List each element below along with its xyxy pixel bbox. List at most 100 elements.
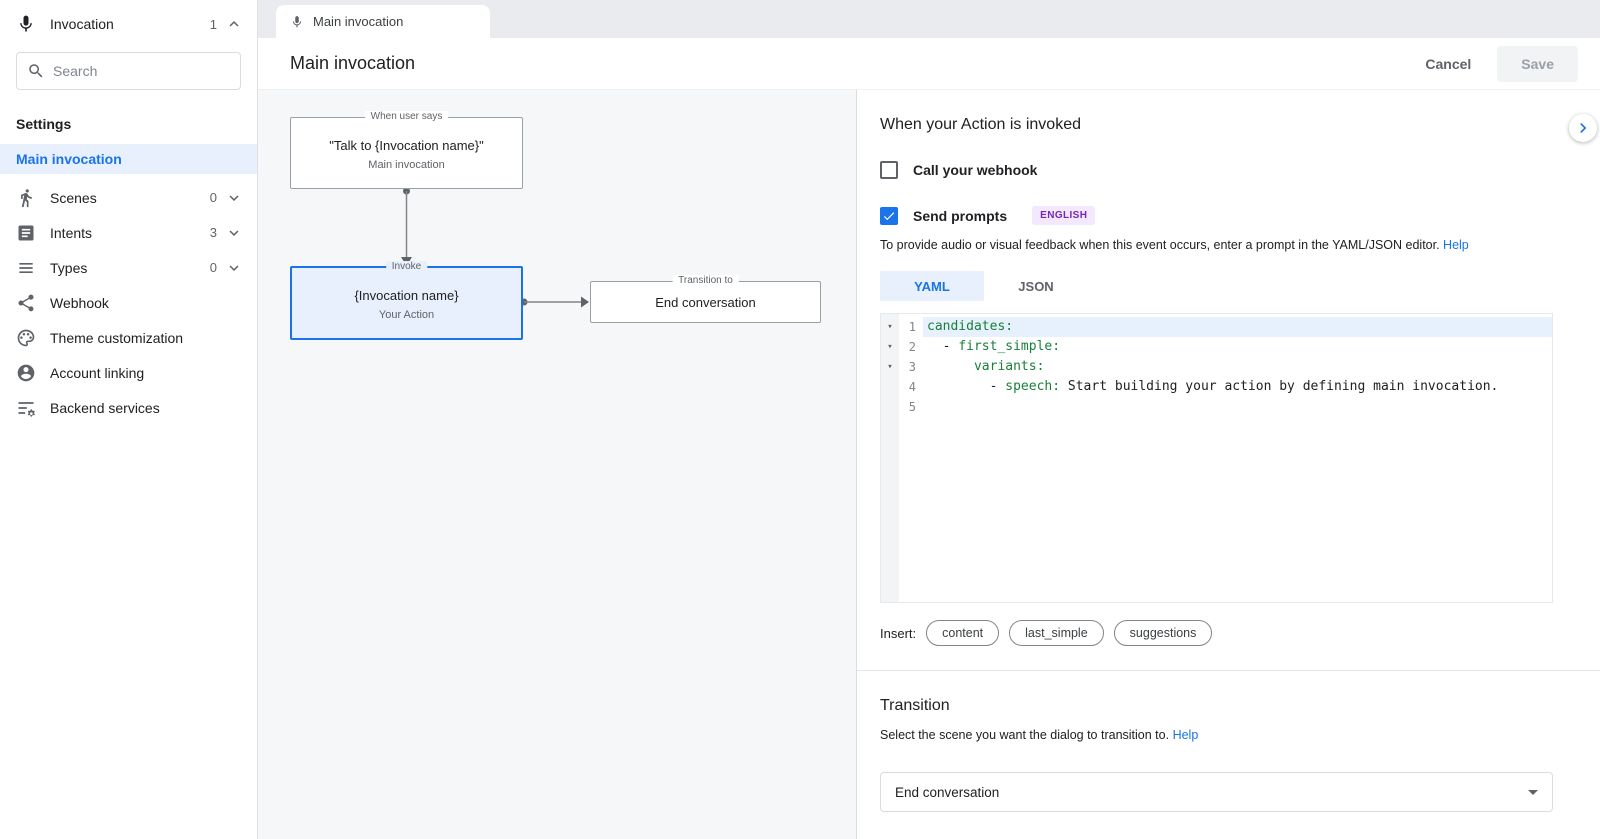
line-number: 1: [899, 317, 923, 337]
chevron-down-icon[interactable]: [225, 189, 243, 207]
code-text: - speech: Start building your action by …: [923, 377, 1552, 397]
scenes-walk-icon: [16, 188, 36, 208]
sidebar-scenes-label: Scenes: [50, 190, 97, 206]
collapse-panel-button[interactable]: [1569, 114, 1597, 142]
node-title: "Talk to {Invocation name}": [291, 138, 522, 153]
chevron-down-icon[interactable]: [225, 259, 243, 277]
sidebar-account-linking-label: Account linking: [50, 365, 144, 381]
language-badge: ENGLISH: [1032, 206, 1095, 225]
sidebar-item-invocation[interactable]: Invocation 1: [0, 0, 257, 48]
node-title: {Invocation name}: [292, 288, 521, 303]
page-title: Main invocation: [290, 53, 415, 74]
insert-row: Insert: content last_simple suggestions: [880, 620, 1553, 646]
send-prompts-label: Send prompts: [913, 208, 1007, 224]
chevron-down-icon[interactable]: [225, 224, 243, 242]
search-input[interactable]: [53, 63, 230, 79]
invocation-count: 1: [210, 17, 217, 32]
sidebar-item-intents[interactable]: Intents 3: [0, 215, 257, 250]
insert-label: Insert:: [880, 626, 916, 641]
transition-description-text: Select the scene you want the dialog to …: [880, 728, 1169, 742]
sidebar-theme-label: Theme customization: [50, 330, 183, 346]
fold-icon[interactable]: ▾: [881, 357, 899, 377]
sidebar-types-label: Types: [50, 260, 87, 276]
code-text: candidates:: [923, 317, 1552, 337]
sidebar-item-scenes[interactable]: Scenes 0: [0, 180, 257, 215]
line-number: 4: [899, 377, 923, 397]
fold-icon[interactable]: ▾: [881, 317, 899, 337]
app-window: Invocation 1 Settings Main invocation Sc…: [0, 0, 1600, 839]
node-end-conversation[interactable]: Transition to End conversation: [590, 281, 821, 323]
line-number: 5: [899, 397, 923, 417]
tab-main-invocation[interactable]: Main invocation: [276, 5, 490, 38]
save-button[interactable]: Save: [1497, 46, 1578, 82]
transition-description: Select the scene you want the dialog to …: [880, 728, 1553, 742]
search-icon: [27, 62, 45, 80]
backend-services-icon: [16, 398, 36, 418]
code-text: - first_simple:: [923, 337, 1552, 357]
page-header: Main invocation Cancel Save: [258, 38, 1600, 90]
code-line: ▾ 3 variants:: [881, 357, 1552, 377]
node-caption: When user says: [365, 111, 449, 122]
account-circle-icon: [16, 363, 36, 383]
node-subtitle: Your Action: [292, 309, 521, 321]
intents-count: 3: [210, 225, 217, 240]
node-when-user-says[interactable]: When user says "Talk to {Invocation name…: [290, 117, 523, 189]
node-subtitle: Main invocation: [291, 159, 522, 171]
check-icon: [882, 209, 896, 223]
insert-content-chip[interactable]: content: [926, 620, 999, 646]
sidebar-item-backend-services[interactable]: Backend services: [0, 390, 257, 425]
cancel-button[interactable]: Cancel: [1411, 48, 1485, 80]
code-line: 5: [881, 397, 1552, 417]
sidebar-item-webhook[interactable]: Webhook: [0, 285, 257, 320]
code-line: 4 - speech: Start building your action b…: [881, 377, 1552, 397]
sidebar-main-invocation-label: Main invocation: [16, 151, 122, 167]
transition-help-link[interactable]: Help: [1173, 728, 1199, 742]
content-area: When user says "Talk to {Invocation name…: [258, 90, 1600, 839]
line-number: 3: [899, 357, 923, 377]
fold-icon[interactable]: ▾: [881, 337, 899, 357]
sidebar-item-account-linking[interactable]: Account linking: [0, 355, 257, 390]
send-prompts-checkbox[interactable]: [880, 207, 898, 225]
types-list-icon: [16, 258, 36, 278]
editor-tabs: YAML JSON: [880, 271, 1553, 301]
insert-last-simple-chip[interactable]: last_simple: [1009, 620, 1104, 646]
flow-connectors: [258, 90, 857, 839]
tab-json[interactable]: JSON: [984, 271, 1088, 301]
node-caption: Invoke: [386, 261, 427, 272]
panel-title: When your Action is invoked: [880, 116, 1553, 134]
search-box: [16, 52, 241, 90]
mic-icon: [290, 15, 304, 29]
call-webhook-checkbox[interactable]: [880, 161, 898, 179]
settings-group-label: Settings: [0, 106, 257, 144]
chevron-right-icon: [1573, 118, 1593, 138]
sidebar-item-types[interactable]: Types 0: [0, 250, 257, 285]
help-link[interactable]: Help: [1443, 238, 1469, 252]
webhook-icon: [16, 293, 36, 313]
sidebar-webhook-label: Webhook: [50, 295, 109, 311]
chevron-up-icon[interactable]: [225, 15, 243, 33]
transition-select[interactable]: End conversation: [880, 772, 1553, 812]
sidebar-intents-label: Intents: [50, 225, 92, 241]
flow-canvas[interactable]: When user says "Talk to {Invocation name…: [258, 90, 857, 839]
call-webhook-label: Call your webhook: [913, 162, 1037, 178]
fold-icon: [881, 377, 899, 397]
tab-label: Main invocation: [313, 14, 403, 29]
node-caption: Transition to: [672, 275, 739, 286]
sidebar-item-main-invocation[interactable]: Main invocation: [0, 144, 257, 174]
scenes-count: 0: [210, 190, 217, 205]
dropdown-caret-icon: [1528, 790, 1538, 795]
node-invoke[interactable]: Invoke {Invocation name} Your Action: [290, 266, 523, 340]
code-line: ▾ 1 candidates:: [881, 317, 1552, 337]
mic-icon: [16, 14, 36, 34]
code-text: variants:: [923, 357, 1552, 377]
tab-yaml[interactable]: YAML: [880, 271, 984, 301]
line-number: 2: [899, 337, 923, 357]
sidebar-item-theme-customization[interactable]: Theme customization: [0, 320, 257, 355]
fold-icon: [881, 397, 899, 417]
transition-title: Transition: [880, 697, 1553, 715]
code-text: [923, 397, 1552, 417]
insert-suggestions-chip[interactable]: suggestions: [1114, 620, 1213, 646]
code-line: ▾ 2 - first_simple:: [881, 337, 1552, 357]
yaml-editor[interactable]: ▾ 1 candidates: ▾ 2 - first_simple: ▾ 3 …: [880, 313, 1553, 603]
node-title: End conversation: [591, 295, 820, 310]
